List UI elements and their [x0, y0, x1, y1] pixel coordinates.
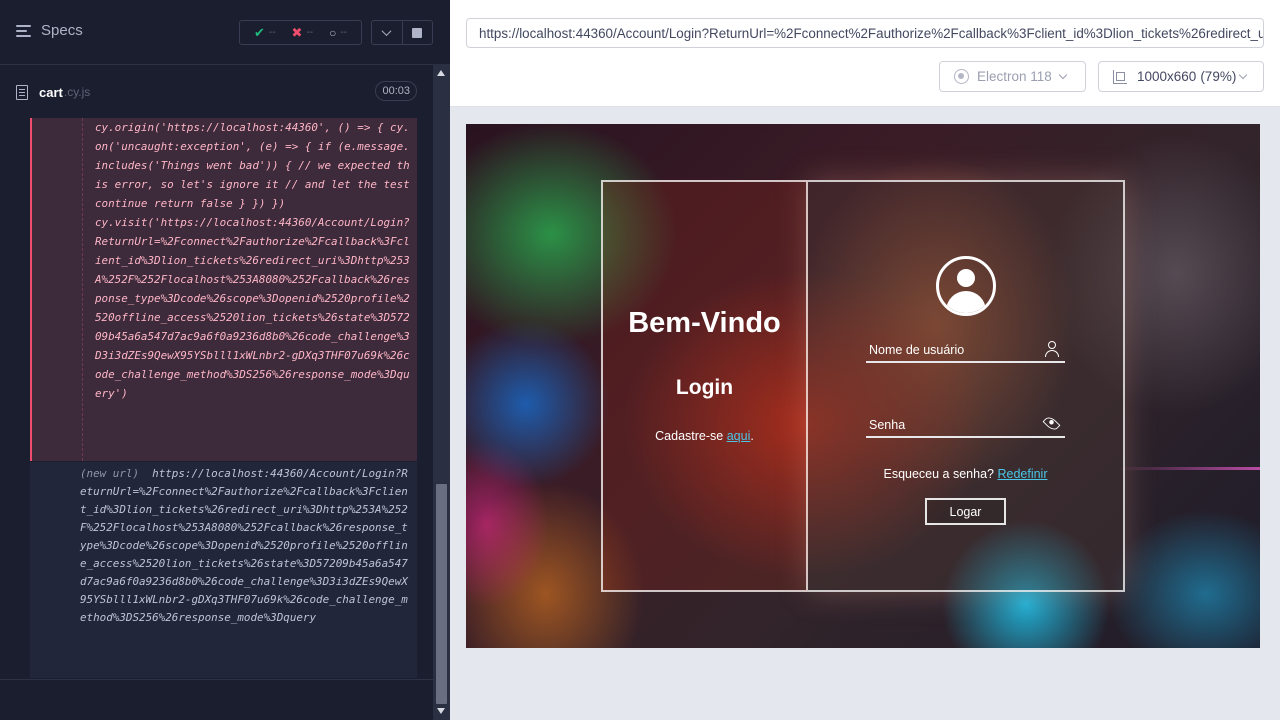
reporter-panel: Specs ✔ -- ✖ -- ○ -- cart .cy.js 00:03 c… [0, 0, 450, 720]
app-under-test: Bem-Vindo Login Cadastre-se aqui. Esquec… [466, 124, 1260, 648]
spec-file-row[interactable]: cart .cy.js 00:03 [16, 80, 417, 104]
failed-count: -- [306, 27, 314, 38]
reporter-header: Specs ✔ -- ✖ -- ○ -- [0, 0, 450, 65]
password-field [866, 414, 1065, 438]
scroll-up-arrow-icon[interactable] [437, 70, 445, 76]
login-form-panel: Esqueceu a senha? Redefinir Logar [808, 180, 1125, 592]
background-streak [1116, 467, 1260, 470]
spec-file-name: cart [39, 84, 63, 100]
password-input[interactable] [866, 414, 1036, 436]
document-icon [16, 84, 28, 100]
url-bar[interactable]: https://localhost:44360/Account/Login?Re… [466, 18, 1264, 48]
viewport-size: 1000x660 [1137, 69, 1197, 84]
viewport-zoom: (79%) [1200, 69, 1237, 84]
stat-passed: ✔ -- [254, 25, 276, 41]
welcome-title: Bem-Vindo [628, 307, 781, 339]
log-scrollbar[interactable] [433, 64, 450, 720]
user-avatar-icon [936, 256, 996, 316]
preview-header: https://localhost:44360/Account/Login?Re… [450, 0, 1280, 107]
signup-end: . [750, 429, 754, 443]
viewport-icon [1113, 69, 1127, 84]
visit-command-body: (new url) https://localhost:44360/Accoun… [30, 462, 417, 627]
login-heading: Login [675, 376, 734, 399]
new-url-value: https://localhost:44360/Account/Login?Re… [80, 467, 408, 624]
x-icon: ✖ [291, 24, 303, 40]
login-button[interactable]: Logar [925, 498, 1006, 525]
visit-command[interactable]: (new url) https://localhost:44360/Accoun… [30, 462, 417, 678]
scrollbar-thumb[interactable] [436, 484, 447, 704]
stop-button[interactable] [403, 21, 433, 44]
forgot-text: Esqueceu a senha? [883, 467, 998, 481]
browser-selector[interactable]: Electron 118 [939, 61, 1086, 92]
command-log: cy.origin('https://localhost:44360', () … [0, 118, 433, 678]
pending-icon: ○ [329, 25, 337, 40]
stat-failed: ✖ -- [292, 25, 314, 41]
spec-duration: 00:03 [375, 81, 417, 101]
stop-icon [412, 27, 423, 38]
username-input[interactable] [866, 339, 1036, 361]
signup-text: Cadastre-se [655, 429, 727, 443]
browser-label: Electron 118 [977, 69, 1052, 84]
check-icon: ✔ [253, 24, 265, 40]
menu-icon [16, 24, 31, 37]
forgot-password-prompt: Esqueceu a senha? Redefinir [808, 467, 1123, 481]
stat-pending: ○ -- [329, 26, 347, 40]
specs-toggle-button[interactable]: Specs [16, 22, 83, 39]
chevron-down-icon [1239, 70, 1248, 79]
signup-link[interactable]: aqui [727, 429, 751, 443]
welcome-panel: Bem-Vindo Login Cadastre-se aqui. [601, 180, 808, 592]
reset-password-link[interactable]: Redefinir [997, 467, 1047, 481]
specs-label: Specs [41, 22, 83, 39]
failed-command-body: cy.origin('https://localhost:44360', () … [82, 118, 412, 461]
failed-command-text: cy.origin('https://localhost:44360', () … [95, 121, 410, 400]
signup-prompt: Cadastre-se aqui. [603, 429, 806, 443]
divider [0, 679, 433, 680]
scroll-down-arrow-icon[interactable] [437, 708, 445, 714]
chevron-down-icon [381, 26, 392, 37]
username-field [866, 339, 1065, 363]
new-url-label: (new url) [80, 467, 140, 480]
chevron-down-icon [1058, 70, 1068, 79]
electron-icon [954, 69, 969, 84]
run-controls [371, 20, 433, 45]
passed-count: -- [268, 27, 276, 38]
viewport-selector[interactable]: 1000x660 (79%) [1098, 61, 1264, 92]
test-stats: ✔ -- ✖ -- ○ -- [239, 20, 362, 45]
spec-file-ext: .cy.js [63, 85, 91, 99]
collapse-button[interactable] [372, 21, 403, 44]
show-password-icon[interactable] [1042, 414, 1061, 433]
user-icon [1045, 341, 1059, 357]
failed-command[interactable]: cy.origin('https://localhost:44360', () … [30, 118, 417, 461]
pending-count: -- [340, 27, 347, 38]
